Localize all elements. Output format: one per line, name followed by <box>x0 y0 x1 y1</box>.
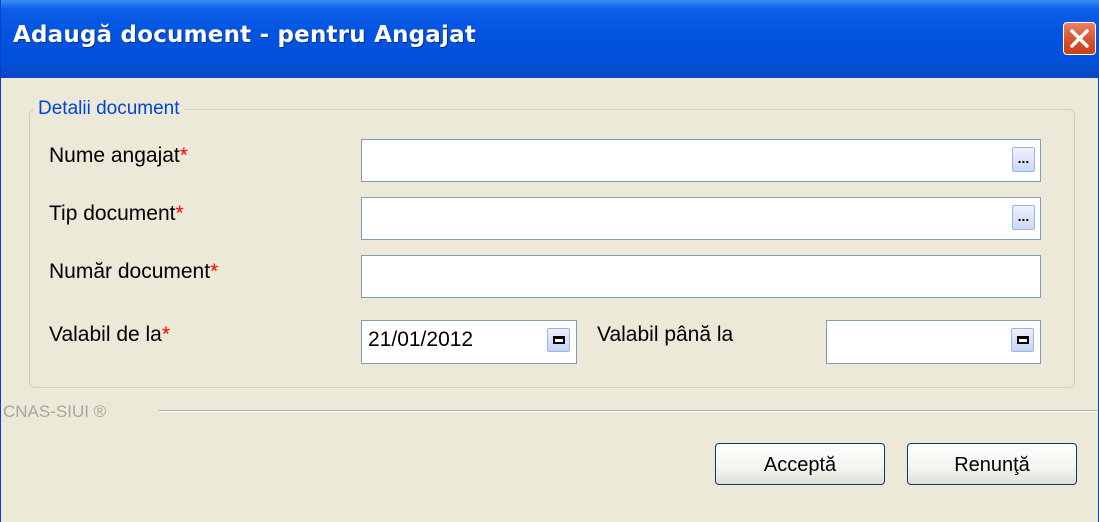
window-title: Adaugă document - pentru Angajat <box>13 22 477 48</box>
close-button[interactable] <box>1063 22 1096 55</box>
numar-document-field[interactable] <box>361 255 1041 298</box>
required-marker: * <box>210 260 219 283</box>
valabil-de-la-date-field[interactable]: 21/01/2012 <box>361 320 577 364</box>
valabil-pana-la-label: Valabil până la <box>597 323 733 347</box>
title-bar[interactable]: Adaugă document - pentru Angajat <box>1 0 1099 78</box>
valabil-pana-la-date-field[interactable] <box>826 320 1041 364</box>
tip-document-label: Tip document* <box>49 202 184 226</box>
footer-separator <box>159 410 1097 412</box>
ellipsis-icon: ... <box>1017 208 1030 224</box>
nume-angajat-label: Nume angajat* <box>49 144 188 168</box>
calendar-icon <box>553 336 565 344</box>
dialog-window: Adaugă document - pentru Angajat Detalii… <box>0 0 1099 522</box>
valabil-de-la-calendar-button[interactable] <box>546 327 571 353</box>
group-legend: Detalii document <box>38 98 180 119</box>
tip-document-label-text: Tip document <box>49 202 176 225</box>
ellipsis-icon: ... <box>1017 150 1030 166</box>
numar-document-label: Număr document* <box>49 260 218 284</box>
brand-footer: CNAS-SIUI ® <box>3 402 107 421</box>
required-marker: * <box>175 202 184 225</box>
nume-angajat-field[interactable]: ... <box>361 139 1041 182</box>
required-marker: * <box>179 144 188 167</box>
tip-document-browse-button[interactable]: ... <box>1011 204 1036 231</box>
close-icon <box>1070 29 1089 48</box>
valabil-de-la-value: 21/01/2012 <box>368 328 474 351</box>
valabil-de-la-label-text: Valabil de la <box>49 323 162 346</box>
valabil-de-la-label: Valabil de la* <box>49 323 170 347</box>
numar-document-label-text: Număr document <box>49 260 211 283</box>
accept-button[interactable]: Acceptă <box>715 443 885 485</box>
nume-angajat-label-text: Nume angajat <box>49 144 180 167</box>
valabil-pana-la-calendar-button[interactable] <box>1010 327 1035 353</box>
required-marker: * <box>161 323 171 346</box>
tip-document-field[interactable]: ... <box>361 197 1041 240</box>
cancel-button[interactable]: Renunţă <box>907 443 1077 485</box>
calendar-icon <box>1017 336 1029 344</box>
valabil-pana-la-label-text: Valabil până la <box>597 323 734 346</box>
nume-angajat-browse-button[interactable]: ... <box>1011 146 1036 173</box>
